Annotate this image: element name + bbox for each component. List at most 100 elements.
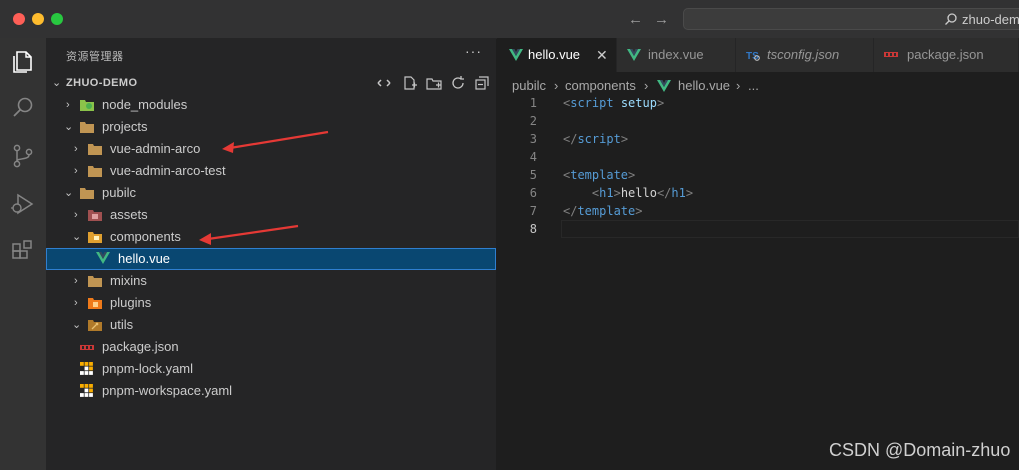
activity-bar <box>0 38 46 470</box>
tree-item-pubilc[interactable]: ⌄ pubilc <box>46 182 496 204</box>
folder-open-icon <box>80 122 94 133</box>
minimize-window-button[interactable] <box>32 13 44 25</box>
back-arrow-icon[interactable]: ← <box>628 11 643 28</box>
tree-item-label: package.json <box>102 339 179 354</box>
code-line[interactable]: 8 <box>497 220 1019 238</box>
code-line[interactable]: 5 <template> <box>497 166 1019 184</box>
tree-item-pnpm-workspace[interactable]: pnpm-workspace.yaml <box>46 380 496 402</box>
workspace-root[interactable]: ⌄ ZHUO-DEMO <box>46 72 496 94</box>
tab-hello-vue[interactable]: hello.vue ✕ <box>497 38 617 72</box>
tree-item-label: pubilc <box>102 185 136 200</box>
chevron-right-icon: › <box>74 143 78 155</box>
line-number: 7 <box>529 204 537 218</box>
tree-item-label: projects <box>102 119 148 134</box>
vue-file-icon <box>627 49 641 61</box>
code-token: > <box>613 186 621 200</box>
ts-config-icon: TS <box>746 51 760 62</box>
search-icon <box>945 13 957 25</box>
code-line[interactable]: 2 <box>497 112 1019 130</box>
code-token: > <box>628 168 636 182</box>
close-icon[interactable]: ✕ <box>596 38 608 72</box>
chevron-down-icon: ⌄ <box>64 121 74 133</box>
chevron-right-icon: › <box>74 165 78 177</box>
tab-bar: hello.vue ✕ index.vue TS tsconfig.json p… <box>497 38 1019 72</box>
line-number: 6 <box>529 186 537 200</box>
tree-item-hello-vue[interactable]: hello.vue <box>46 248 496 270</box>
chevron-down-icon: ⌄ <box>72 319 82 331</box>
new-folder-icon[interactable] <box>426 74 442 92</box>
tree-item-label: hello.vue <box>118 251 171 266</box>
code-line[interactable]: 3 </script> <box>497 130 1019 148</box>
chevron-right-icon: › <box>66 99 70 111</box>
tab-package-json[interactable]: package.json <box>874 38 1019 72</box>
search-icon[interactable] <box>10 95 36 121</box>
tree-item-label: plugins <box>110 295 152 310</box>
command-center[interactable]: zhuo-dem <box>683 8 1019 30</box>
tree-item-vue-admin-arco-test[interactable]: › vue-admin-arco-test <box>46 160 496 182</box>
tree-item-mixins[interactable]: › mixins <box>46 270 496 292</box>
code-text: </script> <box>563 130 628 148</box>
line-number: 3 <box>529 132 537 146</box>
forward-arrow-icon[interactable]: → <box>654 11 669 28</box>
code-text: <template> <box>563 166 635 184</box>
tree-item-utils[interactable]: ⌄ utils <box>46 314 496 336</box>
collapse-all-icon[interactable] <box>474 74 490 92</box>
tab-label: index.vue <box>648 47 704 62</box>
tree-item-plugins[interactable]: › plugins <box>46 292 496 314</box>
tree-item-label: assets <box>110 207 148 222</box>
title-bar: ← → zhuo-dem <box>0 0 1019 39</box>
workspace-root-label: ZHUO-DEMO <box>66 77 138 89</box>
close-window-button[interactable] <box>13 13 25 25</box>
editor-area: hello.vue ✕ index.vue TS tsconfig.json p… <box>497 38 1019 470</box>
source-control-icon[interactable] <box>10 143 36 169</box>
code-token: > <box>685 186 694 200</box>
code-token: h1 <box>599 186 614 200</box>
tree-item-label: utils <box>110 317 134 332</box>
utils-folder-icon <box>88 320 102 331</box>
code-token: hello <box>620 186 657 200</box>
more-actions-icon[interactable]: ··· <box>465 43 482 59</box>
tab-index-vue[interactable]: index.vue <box>617 38 736 72</box>
code-token: > <box>620 132 629 146</box>
code-text: </template> <box>563 202 642 220</box>
refresh-icon[interactable] <box>450 74 466 92</box>
components-folder-icon <box>88 232 102 243</box>
open-editors-icon[interactable] <box>376 74 392 92</box>
tab-tsconfig-json[interactable]: TS tsconfig.json <box>736 38 874 72</box>
code-line[interactable]: 4 <box>497 148 1019 166</box>
line-number: 4 <box>529 150 537 164</box>
npm-file-icon <box>884 52 898 57</box>
tree-item-package-json[interactable]: package.json <box>46 336 496 358</box>
line-number: 1 <box>529 96 537 110</box>
code-line[interactable]: 7 </template> <box>497 202 1019 220</box>
code-token: template <box>570 168 629 182</box>
code-text: <script setup> <box>563 94 664 112</box>
code-token: </ <box>563 132 578 146</box>
chevron-right-icon: › <box>74 275 78 287</box>
code-line[interactable]: 6 <h1>hello</h1> <box>497 184 1019 202</box>
code-token: setup <box>620 96 657 110</box>
tab-label: hello.vue <box>528 47 581 62</box>
pnpm-file-icon <box>80 384 93 397</box>
run-debug-icon[interactable] <box>10 191 36 217</box>
code-token: > <box>635 204 643 218</box>
code-token: script <box>577 132 621 146</box>
current-line-highlight <box>561 220 1019 238</box>
chevron-down-icon: ⌄ <box>72 231 82 243</box>
node-modules-folder-icon <box>80 100 94 111</box>
chevron-down-icon: ⌄ <box>64 187 74 199</box>
tree-item-node-modules[interactable]: › node_modules <box>46 94 496 116</box>
new-file-icon[interactable] <box>402 74 418 92</box>
explorer-sidebar: 资源管理器 ··· ⌄ ZHUO-DEMO › node_modules ⌄ p… <box>46 38 496 470</box>
chevron-right-icon: › <box>74 297 78 309</box>
tree-item-pnpm-lock[interactable]: pnpm-lock.yaml <box>46 358 496 380</box>
tree-item-label: vue-admin-arco <box>110 141 201 156</box>
code-line[interactable]: 1 <script setup> <box>497 94 1019 112</box>
folder-icon <box>88 166 102 177</box>
maximize-window-button[interactable] <box>51 13 63 25</box>
tree-item-label: vue-admin-arco-test <box>110 163 226 178</box>
files-icon[interactable] <box>10 48 36 74</box>
extensions-icon[interactable] <box>10 239 36 265</box>
